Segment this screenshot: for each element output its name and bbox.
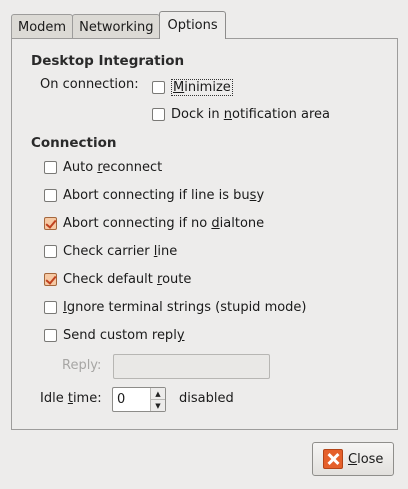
idle-time-value[interactable]: 0 <box>113 388 150 411</box>
check-carrier-line-checkbox[interactable] <box>44 245 57 258</box>
reply-input[interactable] <box>113 354 270 379</box>
check-default-route-checkbox[interactable] <box>44 273 57 286</box>
tab-modem[interactable]: Modem <box>11 14 74 39</box>
ignore-terminal-strings-checkbox[interactable] <box>44 301 57 314</box>
connection-heading: Connection <box>31 135 117 151</box>
desktop-integration-heading: Desktop Integration <box>31 53 185 69</box>
abort-no-dialtone-row[interactable]: Abort connecting if no dialtone <box>44 216 264 231</box>
send-custom-reply-row[interactable]: Send custom reply <box>44 328 185 343</box>
spin-up-icon[interactable]: ▲ <box>151 388 165 399</box>
send-custom-reply-label: Send custom reply <box>63 328 185 343</box>
close-button[interactable]: Close <box>312 442 394 476</box>
minimize-checkbox-row[interactable]: Minimize <box>152 79 233 96</box>
preferences-window: Modem Networking Options Desktop Integra… <box>0 0 408 489</box>
dock-notification-checkbox-row[interactable]: Dock in notification area <box>152 107 330 122</box>
close-button-label: Close <box>348 451 384 467</box>
dock-notification-label: Dock in notification area <box>171 107 331 122</box>
auto-reconnect-label: Auto reconnect <box>63 160 163 175</box>
tab-options[interactable]: Options <box>159 11 226 39</box>
auto-reconnect-row[interactable]: Auto reconnect <box>44 160 162 175</box>
tab-options-label: Options <box>167 18 218 33</box>
tab-networking[interactable]: Networking <box>72 14 161 39</box>
minimize-label: Minimize <box>171 79 233 96</box>
on-connection-label: On connection: <box>40 77 139 92</box>
ignore-terminal-strings-row[interactable]: Ignore terminal strings (stupid mode) <box>44 300 307 315</box>
idle-time-spin-buttons: ▲ ▼ <box>150 388 165 411</box>
check-default-route-label: Check default route <box>63 272 192 287</box>
reply-label: Reply: <box>62 358 102 373</box>
abort-if-busy-label: Abort connecting if line is busy <box>63 188 265 203</box>
tab-modem-label: Modem <box>18 19 67 35</box>
tab-bar: Modem Networking Options <box>11 11 226 39</box>
send-custom-reply-checkbox[interactable] <box>44 329 57 342</box>
tab-networking-label: Networking <box>79 19 154 35</box>
check-default-route-row[interactable]: Check default route <box>44 272 191 287</box>
abort-if-busy-checkbox[interactable] <box>44 189 57 202</box>
idle-time-label: Idle time: <box>40 391 102 406</box>
check-carrier-line-label: Check carrier line <box>63 244 178 259</box>
abort-no-dialtone-checkbox[interactable] <box>44 217 57 230</box>
abort-no-dialtone-label: Abort connecting if no dialtone <box>63 216 265 231</box>
abort-if-busy-row[interactable]: Abort connecting if line is busy <box>44 188 264 203</box>
ignore-terminal-strings-label: Ignore terminal strings (stupid mode) <box>63 300 307 315</box>
auto-reconnect-checkbox[interactable] <box>44 161 57 174</box>
spin-down-icon[interactable]: ▼ <box>151 399 165 411</box>
close-icon <box>323 449 343 469</box>
check-carrier-line-row[interactable]: Check carrier line <box>44 244 177 259</box>
minimize-checkbox[interactable] <box>152 81 165 94</box>
dock-notification-checkbox[interactable] <box>152 108 165 121</box>
idle-time-spinner[interactable]: 0 ▲ ▼ <box>112 387 166 412</box>
idle-status-text: disabled <box>179 391 234 406</box>
